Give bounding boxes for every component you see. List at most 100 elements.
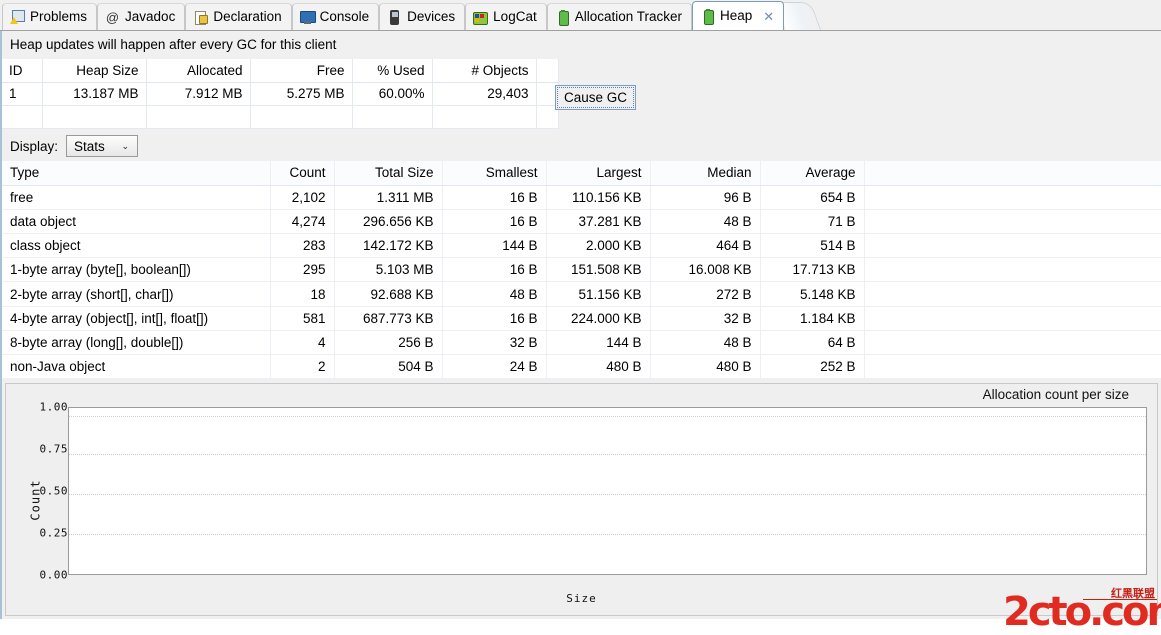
table-row[interactable]: 1-byte array (byte[], boolean[]) 295 5.1… [2,258,1161,282]
table-row[interactable]: class object 283 142.172 KB 144 B 2.000 … [2,234,1161,258]
cell-spacer [864,234,1161,258]
cell-heap-size: 13.187 MB [42,82,146,105]
table-row[interactable]: 1 13.187 MB 7.912 MB 5.275 MB 60.00% 29,… [2,82,558,105]
cell-count: 2 [270,355,334,379]
devices-icon [387,10,402,25]
cell-smallest: 48 B [442,282,546,306]
tab-console[interactable]: Console [292,3,380,30]
column-header-spacer [864,161,1161,185]
display-select[interactable]: Stats ⌄ [66,135,138,157]
y-tick-label: 0.50 [10,485,68,498]
column-header-id[interactable]: ID [2,59,42,82]
grid-line [69,454,1146,455]
cell-median: 464 B [650,234,760,258]
table-row[interactable]: 4-byte array (object[], int[], float[]) … [2,306,1161,330]
cell-average: 17.713 KB [760,258,864,282]
column-header-total-size[interactable]: Total Size [334,161,442,185]
column-header-objects[interactable]: # Objects [432,59,536,82]
cell-count: 2,102 [270,185,334,209]
heap-summary-table: ID Heap Size Allocated Free % Used # Obj… [2,59,559,129]
table-row[interactable]: free 2,102 1.311 MB 16 B 110.156 KB 96 B… [2,185,1161,209]
tab-declaration[interactable]: Declaration [185,3,291,30]
stats-table: Type Count Total Size Smallest Largest M… [2,161,1161,379]
cell-largest: 51.156 KB [546,282,650,306]
cell-empty [42,105,146,128]
cell-type: class object [2,234,270,258]
display-label: Display: [10,139,58,154]
cell-objects: 29,403 [432,82,536,105]
table-row[interactable]: 8-byte array (long[], double[]) 4 256 B … [2,330,1161,354]
cell-id: 1 [2,82,42,105]
tab-label: LogCat [493,10,537,24]
cell-empty [146,105,250,128]
cell-smallest: 144 B [442,234,546,258]
column-header-free[interactable]: Free [250,59,352,82]
cell-median: 16.008 KB [650,258,760,282]
cell-count: 581 [270,306,334,330]
cell-total: 5.103 MB [334,258,442,282]
chart-y-axis-ticks: 1.00 0.75 0.50 0.25 0.00 [6,407,68,575]
tab-label: Declaration [213,10,281,24]
chart-x-axis-label: Size [6,592,1157,605]
table-row-empty [2,105,558,128]
cell-spacer [864,282,1161,306]
declaration-icon [193,10,208,25]
y-tick-label: 1.00 [10,401,68,414]
column-header-median[interactable]: Median [650,161,760,185]
heap-icon [700,9,715,24]
tab-devices[interactable]: Devices [379,3,465,30]
cell-total: 687.773 KB [334,306,442,330]
tab-heap[interactable]: Heap ✕ [692,1,784,30]
table-row[interactable]: data object 4,274 296.656 KB 16 B 37.281… [2,209,1161,233]
stats-table-wrapper: Type Count Total Size Smallest Largest M… [0,161,1161,379]
cell-type: 2-byte array (short[], char[]) [2,282,270,306]
cause-gc-button[interactable]: Cause GC [555,85,636,110]
column-header-allocated[interactable]: Allocated [146,59,250,82]
column-header-average[interactable]: Average [760,161,864,185]
cell-total: 1.311 MB [334,185,442,209]
column-header-largest[interactable]: Largest [546,161,650,185]
column-header-percent-used[interactable]: % Used [352,59,432,82]
cell-count: 4 [270,330,334,354]
tab-logcat[interactable]: LogCat [465,3,547,30]
table-row[interactable]: 2-byte array (short[], char[]) 18 92.688… [2,282,1161,306]
column-header-heap-size[interactable]: Heap Size [42,59,146,82]
cell-median: 32 B [650,306,760,330]
tab-javadoc[interactable]: @ Javadoc [97,3,185,30]
grid-line [69,416,1146,417]
cell-count: 18 [270,282,334,306]
tab-label: Problems [30,10,87,24]
cell-smallest: 24 B [442,355,546,379]
cell-median: 272 B [650,282,760,306]
cell-average: 252 B [760,355,864,379]
column-header-smallest[interactable]: Smallest [442,161,546,185]
cell-largest: 224.000 KB [546,306,650,330]
cell-percent-used: 60.00% [352,82,432,105]
cell-type: 1-byte array (byte[], boolean[]) [2,258,270,282]
cell-total: 504 B [334,355,442,379]
cell-median: 48 B [650,330,760,354]
tab-allocation-tracker[interactable]: Allocation Tracker [547,3,692,30]
cell-average: 5.148 KB [760,282,864,306]
cell-free: 5.275 MB [250,82,352,105]
column-header-type[interactable]: Type [2,161,270,185]
cell-total: 296.656 KB [334,209,442,233]
chevron-down-icon: ⌄ [121,141,129,152]
cell-empty [352,105,432,128]
problems-icon [10,10,25,25]
cell-largest: 144 B [546,330,650,354]
close-icon[interactable]: ✕ [763,10,774,23]
cell-largest: 2.000 KB [546,234,650,258]
cell-largest: 480 B [546,355,650,379]
tab-problems[interactable]: Problems [2,3,97,30]
y-tick-label: 0.00 [10,569,68,582]
cell-largest: 110.156 KB [546,185,650,209]
cell-count: 295 [270,258,334,282]
column-header-spacer [536,59,558,82]
table-row[interactable]: non-Java object 2 504 B 24 B 480 B 480 B… [2,355,1161,379]
cell-spacer [864,258,1161,282]
cell-smallest: 16 B [442,306,546,330]
chart-plot-area [68,407,1147,575]
allocation-chart-panel[interactable]: Allocation count per size Count 1.00 0.7… [5,383,1158,616]
column-header-count[interactable]: Count [270,161,334,185]
